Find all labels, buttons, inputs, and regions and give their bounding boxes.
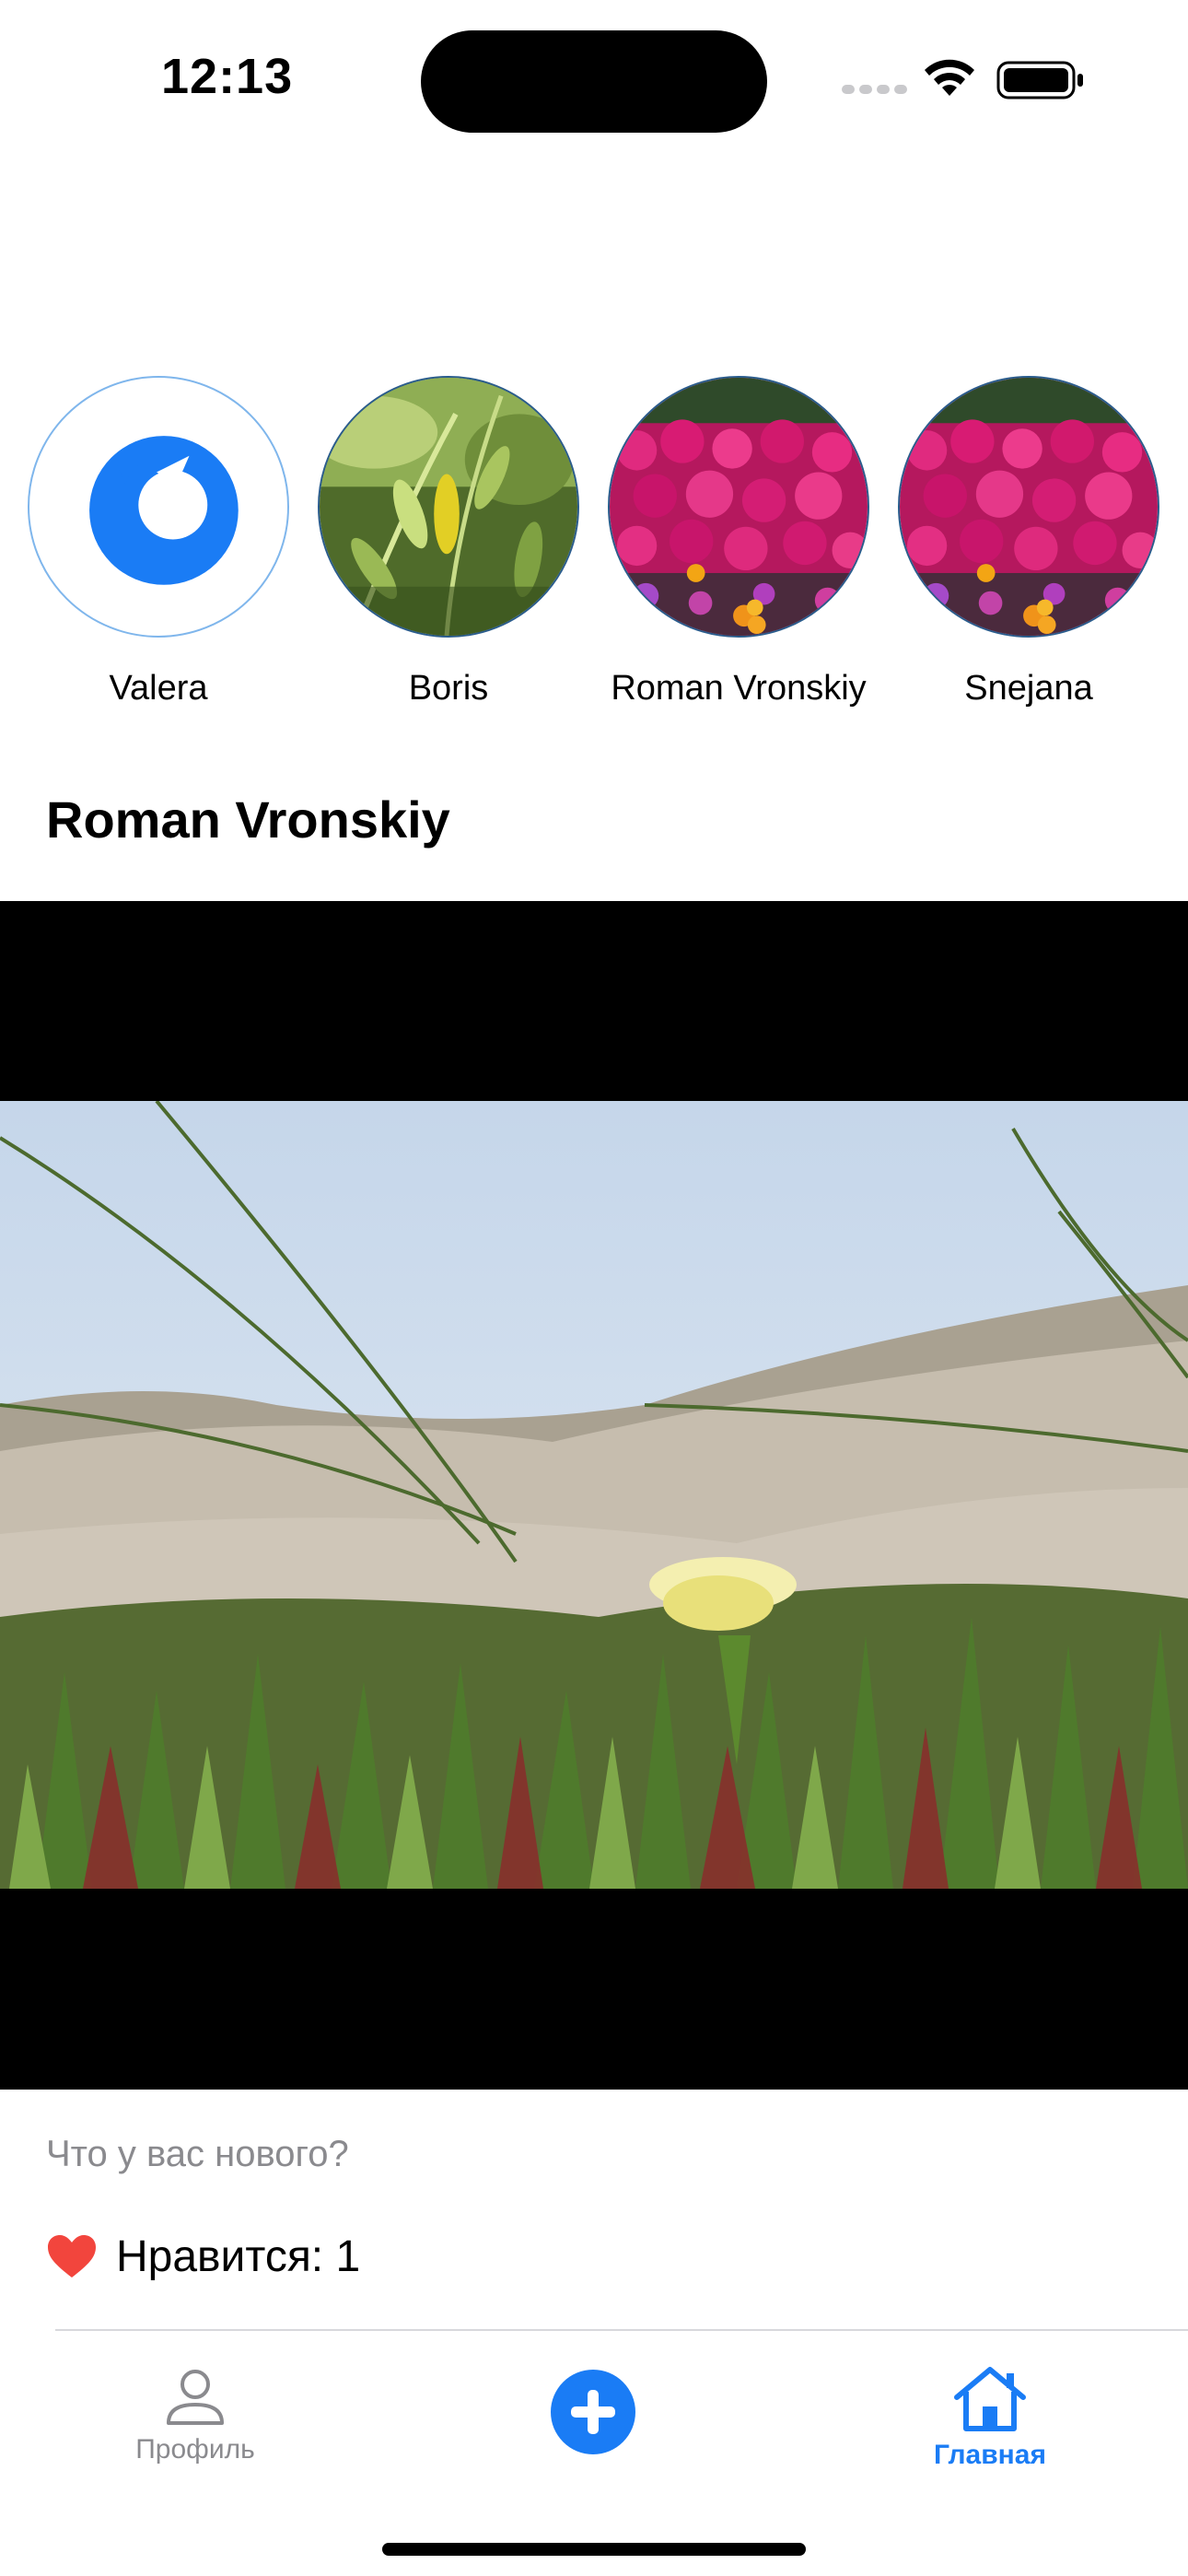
story-item-snejana[interactable]: Snejana xyxy=(891,376,1167,717)
post-author-name[interactable]: Roman Vronskiy xyxy=(46,790,450,849)
story-avatar[interactable] xyxy=(28,376,289,638)
wifi-icon xyxy=(925,59,974,96)
tab-profile-label: Профиль xyxy=(135,2434,255,2465)
flowers-photo xyxy=(610,378,868,636)
tab-profile[interactable]: Профиль xyxy=(103,2366,287,2504)
app-logo-icon xyxy=(89,436,239,585)
leaves-photo xyxy=(320,378,577,636)
battery-icon xyxy=(996,61,1083,100)
story-name: Snejana xyxy=(964,669,1093,708)
story-name: Roman Vronskiy xyxy=(611,669,867,708)
tab-bar-divider xyxy=(55,2329,1188,2331)
story-avatar[interactable] xyxy=(608,376,869,638)
story-avatar[interactable] xyxy=(318,376,579,638)
story-name: Valera xyxy=(109,669,208,708)
tab-home-label: Главная xyxy=(933,2440,1046,2470)
post-caption-placeholder[interactable]: Что у вас нового? xyxy=(46,2134,349,2175)
stories-row: Valera Boris Roman Vronskiy Snejana xyxy=(0,376,1188,726)
story-item-valera[interactable]: Valera xyxy=(20,376,297,717)
add-post-button[interactable] xyxy=(551,2370,635,2454)
story-name: Boris xyxy=(408,669,489,708)
person-icon xyxy=(167,2370,224,2425)
dynamic-island xyxy=(421,30,767,133)
tab-bar: Профиль Главная xyxy=(0,2329,1188,2576)
status-time: 12:13 xyxy=(161,49,294,104)
status-bar: 12:13 xyxy=(0,0,1188,157)
heart-icon[interactable] xyxy=(46,2233,98,2279)
home-indicator[interactable] xyxy=(382,2543,806,2556)
grass-flower-photo xyxy=(0,1101,1188,1889)
plus-circle-icon xyxy=(571,2390,615,2434)
post-photo[interactable] xyxy=(0,1101,1188,1889)
likes-count: Нравится: 1 xyxy=(116,2232,361,2281)
story-item-roman-vronskiy[interactable]: Roman Vronskiy xyxy=(600,376,877,717)
house-icon xyxy=(954,2367,1026,2431)
tab-home[interactable]: Главная xyxy=(898,2366,1082,2504)
story-item-boris[interactable]: Boris xyxy=(310,376,587,717)
flowers-photo xyxy=(900,378,1158,636)
cellular-signal-icon xyxy=(842,85,907,96)
story-avatar[interactable] xyxy=(898,376,1159,638)
